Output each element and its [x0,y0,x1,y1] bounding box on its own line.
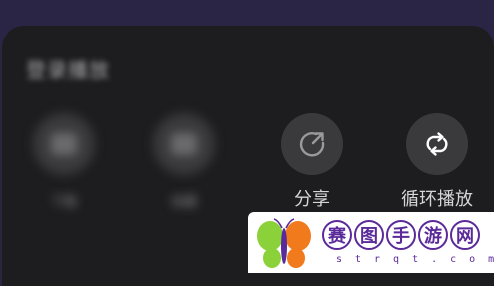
watermark-char: 网 [450,220,480,250]
loop-icon [426,132,448,156]
loop-button[interactable]: 循环播放 [387,113,487,211]
watermark-char: 手 [386,220,416,250]
collect-circle [153,113,215,175]
share-button[interactable]: 分享 [262,113,362,211]
share-icon [299,132,325,157]
download-icon [51,133,77,155]
watermark-chars: 赛 图 手 游 网 [322,220,480,250]
loop-label: 循环播放 [401,189,473,210]
download-button[interactable]: 下载 [14,113,114,210]
collect-icon [171,133,197,155]
download-circle [33,113,95,175]
watermark-char: 赛 [322,220,352,250]
download-label: 下载 [50,195,77,210]
butterfly-logo-icon [257,218,311,268]
collect-button[interactable]: 收藏 [134,113,234,210]
watermark-char: 图 [354,220,384,250]
watermark: 赛 图 手 游 网 strqt.com [248,212,494,273]
watermark-char: 游 [418,220,448,250]
share-circle [281,113,343,175]
share-label: 分享 [294,189,330,210]
collect-label: 收藏 [170,195,197,210]
loop-circle [406,113,468,175]
sheet-title: 登录播放 [26,58,110,82]
watermark-subtext: strqt.com [336,254,494,265]
